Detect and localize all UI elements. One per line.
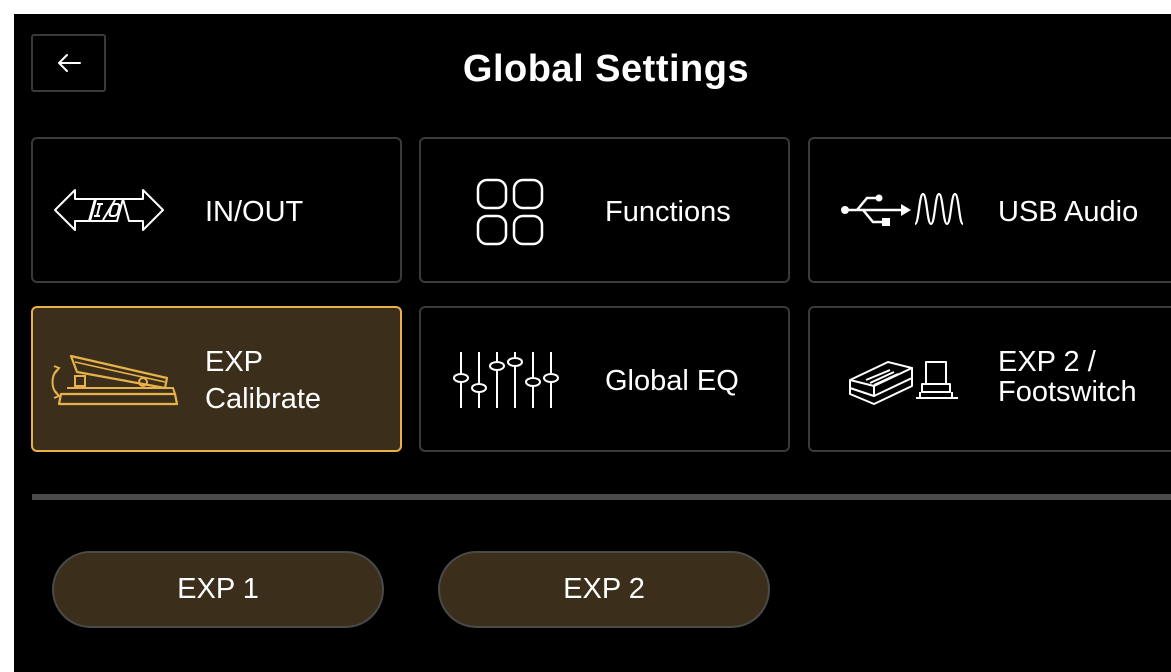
section-divider	[32, 494, 1171, 500]
footswitch-icon	[846, 352, 962, 408]
global-settings-screen: Global Settings IN/OUT Functions USB Aud…	[14, 14, 1171, 672]
eq-sliders-icon	[453, 348, 563, 410]
exp2-button[interactable]: EXP 2	[438, 551, 770, 628]
tile-label-line2: Footswitch	[998, 376, 1137, 408]
tile-exp-calibrate[interactable]: EXP Calibrate	[31, 306, 402, 452]
tile-in-out[interactable]: IN/OUT	[31, 137, 402, 283]
in-out-icon	[53, 182, 165, 238]
tile-global-eq[interactable]: Global EQ	[419, 306, 790, 452]
usb-audio-icon	[839, 188, 967, 232]
tile-label: USB Audio	[998, 196, 1139, 228]
page-title: Global Settings	[462, 48, 750, 90]
tile-functions[interactable]: Functions	[419, 137, 790, 283]
tile-label: Functions	[605, 196, 731, 228]
tile-label-line1: EXP	[205, 346, 264, 378]
tile-usb-audio[interactable]: USB Audio	[808, 137, 1171, 283]
tile-label: IN/OUT	[205, 196, 304, 228]
tile-label-line1: EXP 2 /	[998, 346, 1096, 378]
tile-label-line2: Calibrate	[205, 383, 322, 415]
tile-exp2-footswitch[interactable]: EXP 2 / Footswitch	[808, 306, 1171, 452]
grid-icon	[475, 177, 545, 247]
tile-label: Global EQ	[605, 365, 739, 397]
exp1-button[interactable]: EXP 1	[52, 551, 384, 628]
expression-pedal-icon	[47, 348, 187, 414]
